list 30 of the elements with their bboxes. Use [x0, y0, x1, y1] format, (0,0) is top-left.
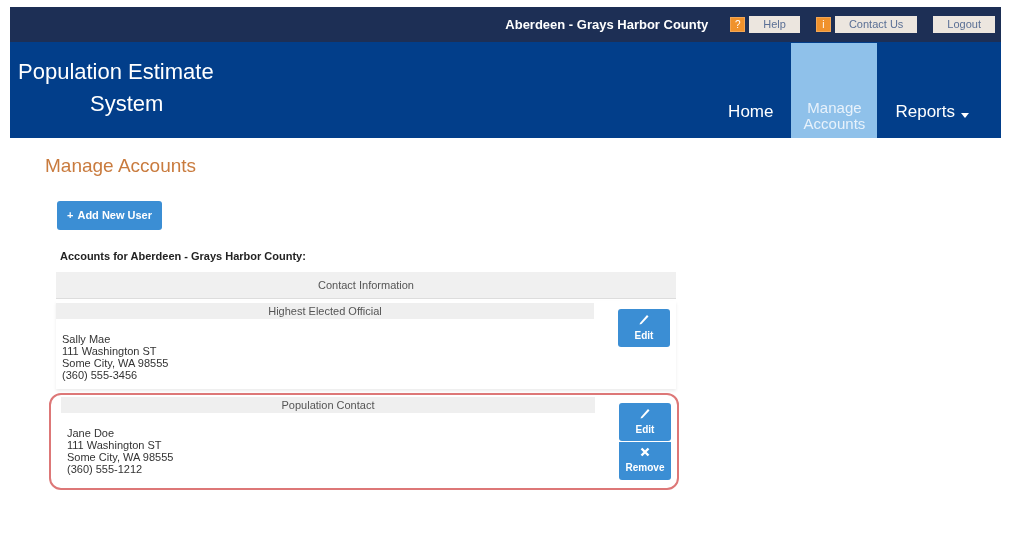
nav-tab[interactable]: Home — [714, 98, 788, 138]
contact-line: (360) 555-1212 — [67, 463, 144, 475]
role-header: Population Contact — [61, 397, 595, 413]
header-link[interactable]: Logout — [933, 16, 995, 33]
brand-title: Population Estimate — [18, 58, 214, 86]
contact-line: 111 Washington ST — [67, 439, 163, 451]
brand-title: System — [89, 90, 165, 118]
header-link[interactable]: Help — [749, 16, 800, 33]
nav-tab[interactable]: Reports — [881, 98, 983, 138]
contact-line: (360) 555-3456 — [62, 369, 139, 381]
add-user-button[interactable]: + Add New User — [57, 200, 162, 230]
edit-button[interactable]: Edit — [619, 403, 671, 441]
role-header: Highest Elected Official — [56, 303, 594, 319]
remove-button[interactable]: Remove — [619, 442, 671, 480]
contact-line: 111 Washington ST — [62, 345, 158, 357]
location-label: Aberdeen - Grays Harbor County — [505, 15, 709, 34]
link-icon: ? — [730, 17, 746, 32]
edit-button[interactable]: Edit — [618, 309, 670, 347]
link-icon: i — [815, 17, 831, 32]
pencil-icon — [638, 313, 650, 325]
page-title: Manage Accounts — [45, 154, 198, 178]
contact-line: Sally Mae — [62, 333, 112, 345]
contact-line: Jane Doe — [67, 427, 116, 439]
header-link[interactable]: Contact Us — [834, 16, 918, 33]
contact-line: Some City, WA 98555 — [62, 357, 170, 369]
contact-line: Some City, WA 98555 — [67, 451, 175, 463]
pencil-icon — [639, 407, 651, 419]
accounts-heading: Accounts for Aberdeen - Grays Harbor County: — [60, 248, 307, 264]
close-icon — [640, 447, 650, 457]
table-header: Contact Information — [56, 272, 676, 299]
